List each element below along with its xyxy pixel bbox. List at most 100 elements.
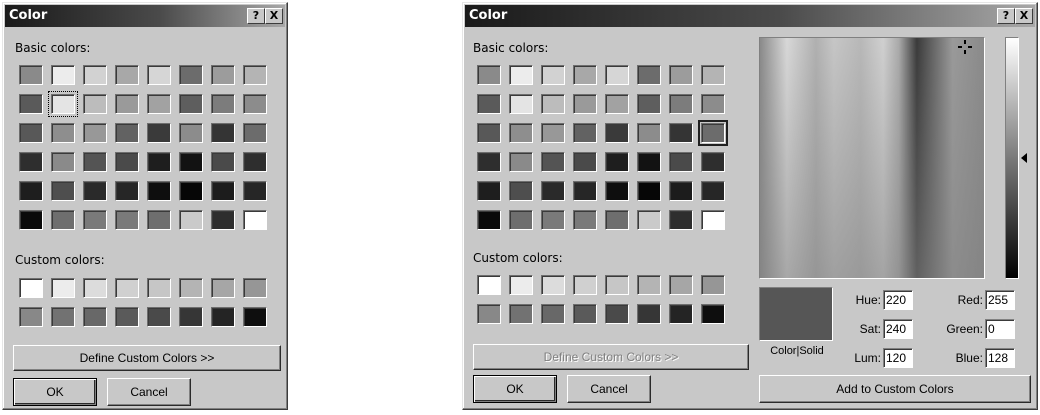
- help-button[interactable]: ?: [247, 8, 265, 24]
- color-swatch[interactable]: [19, 181, 43, 201]
- color-swatch[interactable]: [243, 123, 267, 143]
- color-swatch[interactable]: [573, 304, 597, 324]
- color-swatch[interactable]: [701, 152, 725, 172]
- color-swatch[interactable]: [115, 210, 139, 230]
- color-swatch[interactable]: [19, 152, 43, 172]
- color-swatch[interactable]: [51, 278, 75, 298]
- color-swatch[interactable]: [179, 181, 203, 201]
- color-swatch[interactable]: [605, 94, 629, 114]
- color-swatch[interactable]: [509, 152, 533, 172]
- color-swatch[interactable]: [541, 275, 565, 295]
- ok-button[interactable]: OK: [473, 375, 557, 403]
- color-swatch[interactable]: [573, 94, 597, 114]
- color-swatch[interactable]: [669, 181, 693, 201]
- close-button[interactable]: X: [1015, 8, 1033, 24]
- color-swatch[interactable]: [115, 65, 139, 85]
- color-swatch[interactable]: [477, 94, 501, 114]
- close-button[interactable]: X: [265, 8, 283, 24]
- color-swatch[interactable]: [211, 94, 235, 114]
- define-custom-colors-button[interactable]: Define Custom Colors >>: [13, 345, 281, 371]
- color-swatch[interactable]: [509, 94, 533, 114]
- color-swatch[interactable]: [509, 210, 533, 230]
- green-field[interactable]: 0: [985, 319, 1015, 339]
- color-swatch[interactable]: [147, 181, 171, 201]
- color-swatch[interactable]: [243, 181, 267, 201]
- color-swatch[interactable]: [51, 123, 75, 143]
- color-swatch[interactable]: [509, 123, 533, 143]
- color-swatch[interactable]: [637, 123, 661, 143]
- color-swatch[interactable]: [179, 94, 203, 114]
- color-swatch[interactable]: [83, 278, 107, 298]
- color-swatch[interactable]: [701, 304, 725, 324]
- color-swatch[interactable]: [605, 275, 629, 295]
- color-swatch[interactable]: [669, 94, 693, 114]
- color-swatch[interactable]: [83, 123, 107, 143]
- color-swatch[interactable]: [211, 210, 235, 230]
- color-swatch[interactable]: [83, 65, 107, 85]
- color-swatch[interactable]: [243, 94, 267, 114]
- color-swatch[interactable]: [605, 152, 629, 172]
- color-swatch[interactable]: [637, 304, 661, 324]
- color-swatch[interactable]: [605, 181, 629, 201]
- color-swatch[interactable]: [541, 65, 565, 85]
- color-swatch[interactable]: [669, 275, 693, 295]
- color-swatch[interactable]: [51, 65, 75, 85]
- color-swatch[interactable]: [477, 210, 501, 230]
- color-swatch[interactable]: [147, 278, 171, 298]
- color-swatch[interactable]: [179, 65, 203, 85]
- color-swatch[interactable]: [477, 275, 501, 295]
- color-swatch[interactable]: [51, 307, 75, 327]
- color-swatch[interactable]: [51, 210, 75, 230]
- color-swatch[interactable]: [243, 307, 267, 327]
- blue-field[interactable]: 128: [985, 348, 1015, 368]
- color-swatch[interactable]: [669, 304, 693, 324]
- color-swatch[interactable]: [147, 65, 171, 85]
- color-swatch[interactable]: [211, 181, 235, 201]
- cancel-button[interactable]: Cancel: [107, 378, 191, 406]
- color-swatch[interactable]: [669, 65, 693, 85]
- title-bar[interactable]: Color ? X: [465, 5, 1035, 27]
- color-swatch[interactable]: [573, 181, 597, 201]
- color-swatch[interactable]: [211, 307, 235, 327]
- color-swatch[interactable]: [509, 304, 533, 324]
- color-swatch[interactable]: [48, 91, 78, 117]
- color-swatch[interactable]: [701, 94, 725, 114]
- help-button[interactable]: ?: [997, 8, 1015, 24]
- color-swatch[interactable]: [637, 94, 661, 114]
- color-swatch[interactable]: [605, 304, 629, 324]
- color-swatch[interactable]: [541, 152, 565, 172]
- color-swatch[interactable]: [83, 307, 107, 327]
- color-swatch[interactable]: [147, 123, 171, 143]
- ok-button[interactable]: OK: [13, 378, 97, 406]
- color-swatch[interactable]: [573, 275, 597, 295]
- color-swatch[interactable]: [19, 210, 43, 230]
- color-swatch[interactable]: [19, 94, 43, 114]
- color-swatch[interactable]: [573, 123, 597, 143]
- color-swatch[interactable]: [669, 123, 693, 143]
- color-swatch[interactable]: [637, 65, 661, 85]
- color-swatch[interactable]: [243, 65, 267, 85]
- color-swatch[interactable]: [605, 65, 629, 85]
- color-swatch[interactable]: [701, 275, 725, 295]
- color-swatch[interactable]: [115, 123, 139, 143]
- color-swatch[interactable]: [147, 94, 171, 114]
- color-swatch[interactable]: [147, 210, 171, 230]
- color-swatch[interactable]: [605, 123, 629, 143]
- luminance-arrow-icon[interactable]: [1021, 153, 1027, 163]
- color-swatch[interactable]: [179, 123, 203, 143]
- color-swatch[interactable]: [701, 210, 725, 230]
- color-swatch[interactable]: [669, 152, 693, 172]
- color-swatch[interactable]: [509, 181, 533, 201]
- color-swatch[interactable]: [637, 210, 661, 230]
- color-swatch[interactable]: [243, 152, 267, 172]
- color-swatch[interactable]: [637, 275, 661, 295]
- add-to-custom-colors-button[interactable]: Add to Custom Colors: [759, 375, 1031, 403]
- color-swatch[interactable]: [211, 123, 235, 143]
- color-swatch[interactable]: [19, 307, 43, 327]
- color-swatch[interactable]: [541, 210, 565, 230]
- color-swatch[interactable]: [701, 181, 725, 201]
- color-swatch[interactable]: [19, 278, 43, 298]
- color-swatch[interactable]: [573, 152, 597, 172]
- color-swatch[interactable]: [669, 210, 693, 230]
- color-swatch[interactable]: [211, 278, 235, 298]
